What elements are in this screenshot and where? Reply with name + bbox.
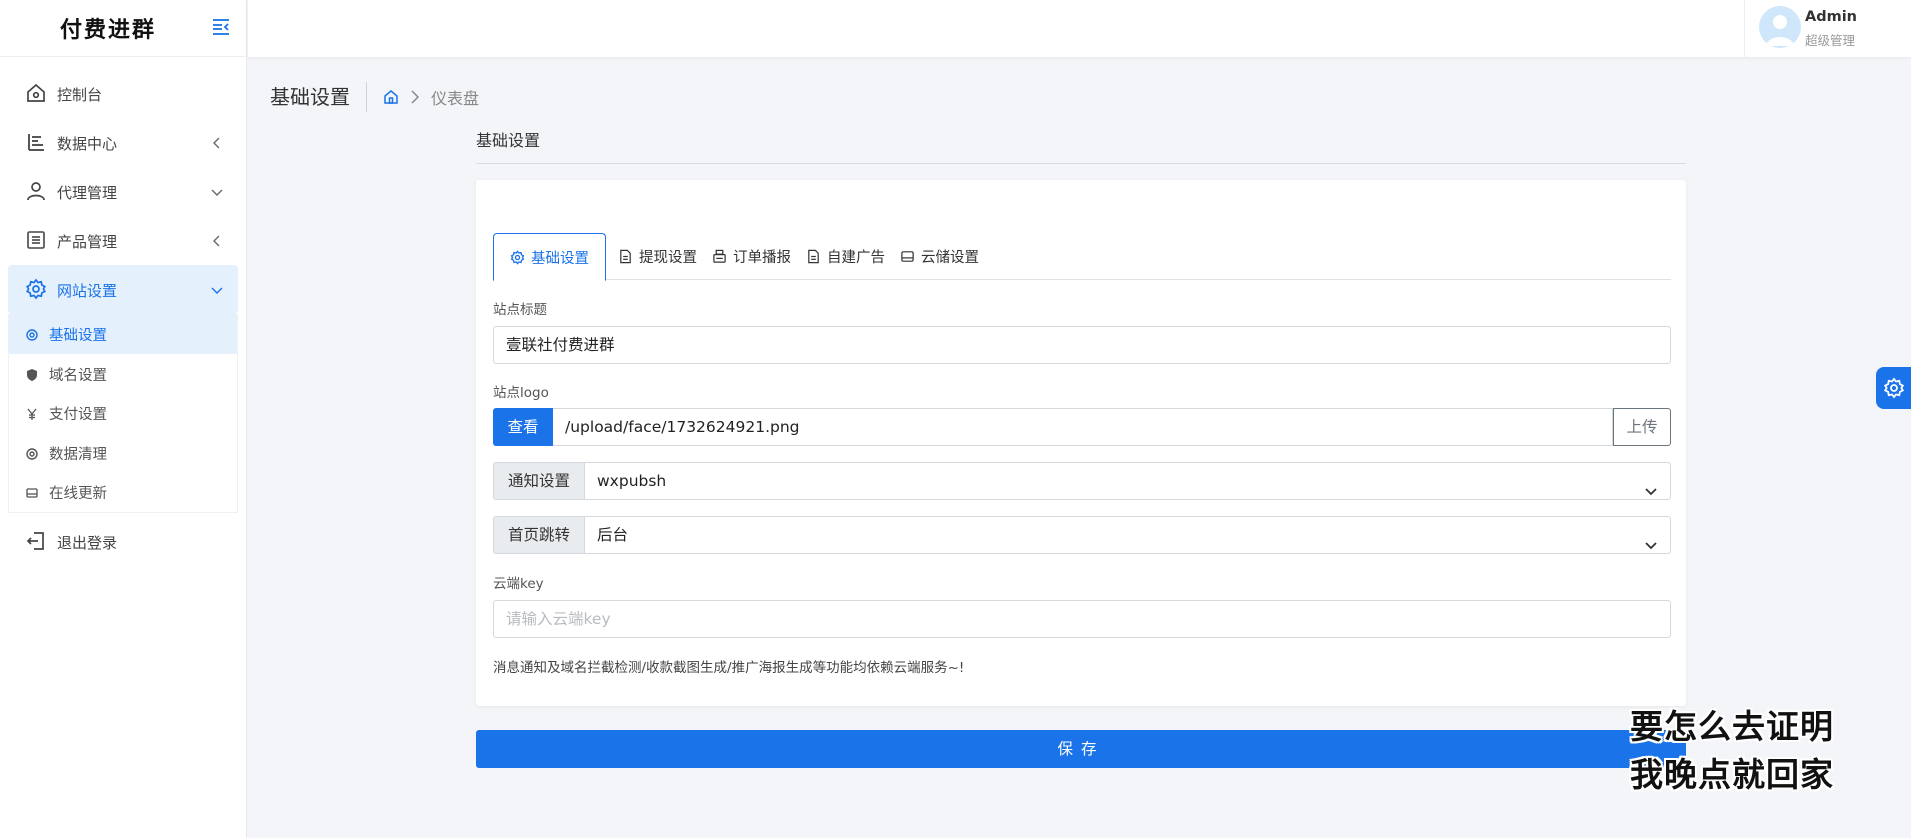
sidebar-item-label: 数据中心 [57, 135, 118, 153]
section-divider [476, 163, 1686, 164]
submenu-item-payment-settings[interactable]: 支付设置 [9, 393, 237, 433]
site-title-label: 站点标题 [493, 302, 547, 318]
gear-small-icon [25, 327, 39, 341]
notify-setting-value: wxpubsh [597, 472, 667, 490]
submenu-item-label: 域名设置 [49, 367, 107, 384]
save-button[interactable]: 保存 [476, 730, 1686, 768]
submenu-item-online-update[interactable]: 在线更新 [9, 472, 237, 512]
sidebar-item-product-management[interactable]: 产品管理 [8, 216, 238, 265]
sidebar-footer-nav: 退出登录 [0, 513, 246, 566]
shield-icon [25, 367, 39, 381]
settings-tabs: 基础设置 提现设置 订单播报 自建广告 云储设置 [493, 233, 1671, 281]
site-logo-label: 站点logo [493, 385, 549, 401]
list-icon [25, 229, 47, 251]
tab-cloud-storage[interactable]: 云储设置 [884, 233, 995, 280]
home-redirect-select[interactable]: 后台 [584, 516, 1671, 554]
page-title: 基础设置 [270, 82, 367, 112]
gear-icon [25, 278, 47, 300]
top-header: Admin 超级管理 [248, 0, 1911, 57]
tab-label: 云储设置 [921, 250, 979, 266]
brand: 付费进群 [0, 0, 246, 57]
sidebar-item-dashboard[interactable]: 控制台 [8, 69, 238, 118]
notify-setting-label: 通知设置 [493, 462, 585, 500]
drive-icon [901, 251, 914, 262]
sidebar-item-logout[interactable]: 退出登录 [8, 517, 238, 566]
chevron-down-icon [1644, 529, 1658, 550]
tab-label: 基础设置 [531, 250, 589, 267]
avatar [1759, 6, 1801, 48]
user-menu[interactable]: Admin 超级管理 [1744, 0, 1911, 57]
sidebar-item-label: 控制台 [57, 86, 103, 104]
user-role: 超级管理 [1805, 33, 1856, 48]
tab-label: 订单播报 [733, 250, 791, 266]
submenu-item-label: 数据清理 [49, 446, 107, 463]
sidebar-item-label: 代理管理 [57, 184, 118, 202]
user-icon [25, 180, 47, 202]
sidebar-item-data-center[interactable]: 数据中心 [8, 118, 238, 167]
brand-title: 付费进群 [60, 17, 157, 43]
chevron-down-icon [210, 184, 224, 198]
home-icon [25, 82, 47, 104]
home-redirect-value: 后台 [597, 526, 629, 544]
submenu-item-domain-settings[interactable]: 域名设置 [9, 354, 237, 394]
tab-label: 提现设置 [639, 250, 697, 266]
chevron-left-icon [210, 135, 224, 149]
breadcrumb-home-icon[interactable] [383, 89, 399, 105]
sidebar: 付费进群 控制台 数据中心 代理管理 产品管理 网站设置 基础设置 域名设置 支… [0, 0, 247, 838]
sidebar-item-label: 退出登录 [57, 533, 118, 552]
document-icon [620, 249, 631, 264]
user-name: Admin [1805, 9, 1858, 25]
chart-bars-icon [25, 131, 47, 153]
site-logo-group: 查看 /upload/face/1732624921.png 上传 [493, 408, 1671, 446]
home-redirect-group: 首页跳转 后台 [493, 516, 1671, 554]
chevron-down-icon [210, 282, 224, 296]
upload-logo-button[interactable]: 上传 [1613, 408, 1671, 446]
logo-path-input[interactable]: /upload/face/1732624921.png [553, 408, 1613, 446]
notify-setting-group: 通知设置 wxpubsh [493, 462, 1671, 500]
cloud-service-hint: 消息通知及域名拦截检测/收款截图生成/推广海报生成等功能均依赖云端服务~! [493, 660, 965, 676]
drive-icon [25, 485, 39, 499]
document-icon [808, 249, 819, 264]
submenu-item-label: 基础设置 [49, 328, 107, 344]
gear-icon [1883, 377, 1905, 399]
sidebar-item-label: 产品管理 [57, 233, 118, 251]
collapse-sidebar-icon[interactable] [210, 17, 232, 37]
submenu-item-data-cleanup[interactable]: 数据清理 [9, 433, 237, 473]
view-logo-button[interactable]: 查看 [493, 408, 553, 446]
sidebar-nav: 控制台 数据中心 代理管理 产品管理 网站设置 [0, 57, 246, 314]
yen-icon [25, 406, 39, 420]
chevron-left-icon [210, 233, 224, 247]
section-title: 基础设置 [476, 131, 541, 150]
gear-icon [510, 249, 525, 265]
cloud-key-input[interactable]: 请输入云端key [493, 600, 1671, 638]
home-redirect-label: 首页跳转 [493, 516, 585, 554]
tab-label: 自建广告 [827, 250, 885, 266]
sidebar-item-label: 网站设置 [57, 282, 118, 300]
breadcrumb-current: 仪表盘 [431, 89, 480, 108]
floating-settings-button[interactable] [1876, 367, 1911, 409]
overlay-caption-line2: 我晚点就回家 [1630, 755, 1834, 794]
printer-icon [713, 249, 726, 263]
notify-setting-select[interactable]: wxpubsh [584, 462, 1671, 500]
gear-small-icon [25, 446, 39, 460]
submenu-item-label: 支付设置 [49, 407, 107, 423]
site-settings-submenu: 基础设置 域名设置 支付设置 数据清理 在线更新 [8, 314, 238, 513]
chevron-down-icon [1644, 475, 1658, 496]
settings-card: 基础设置 提现设置 订单播报 自建广告 云储设置 站点标题 壹联社付费进群 站点… [476, 180, 1686, 706]
overlay-caption-line1: 要怎么去证明 [1630, 707, 1834, 746]
tab-basic-settings[interactable]: 基础设置 [493, 233, 606, 281]
chevron-right-icon [409, 89, 421, 105]
sidebar-item-site-settings[interactable]: 网站设置 [8, 265, 238, 314]
cloud-key-label: 云端key [493, 576, 544, 592]
submenu-item-label: 在线更新 [49, 486, 107, 502]
logout-icon [25, 530, 47, 552]
sidebar-item-agent-management[interactable]: 代理管理 [8, 167, 238, 216]
site-title-input[interactable]: 壹联社付费进群 [493, 326, 1671, 364]
submenu-item-basic-settings[interactable]: 基础设置 [9, 314, 237, 354]
breadcrumb: 基础设置 仪表盘 [270, 82, 479, 112]
